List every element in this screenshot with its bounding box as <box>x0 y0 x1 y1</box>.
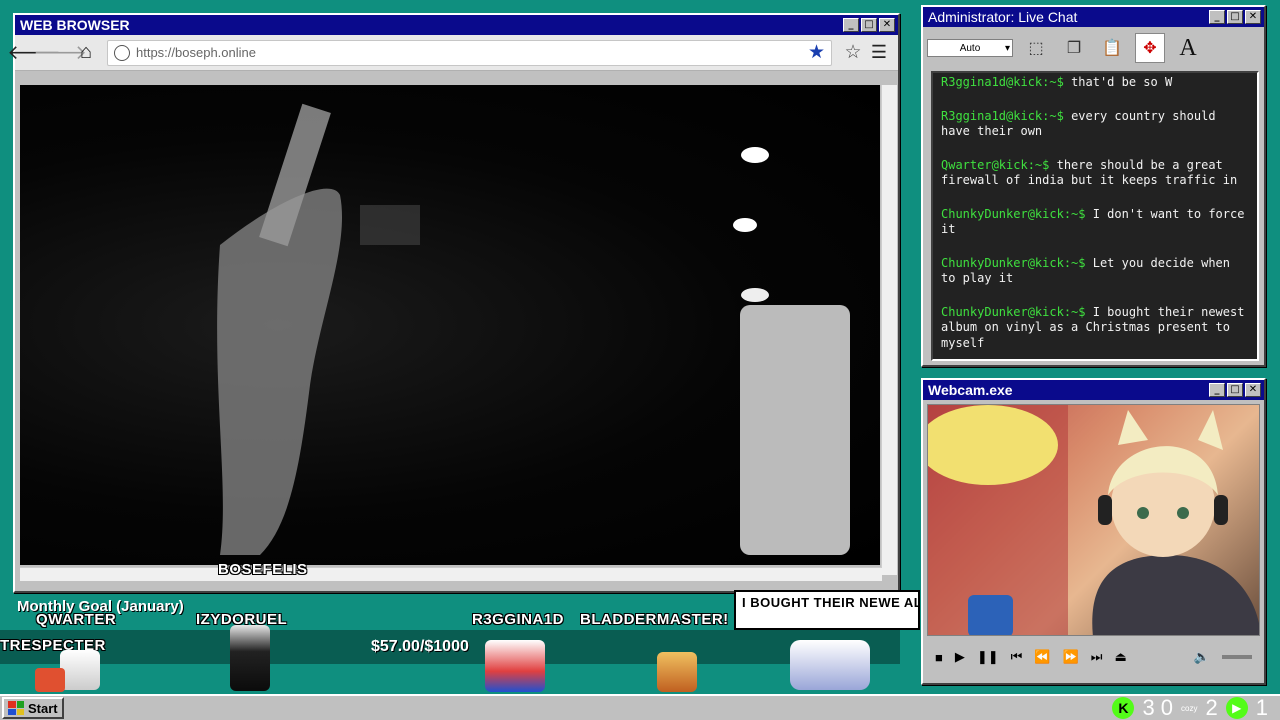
vertical-scrollbar[interactable] <box>881 85 897 575</box>
close-icon[interactable]: ✕ <box>1245 383 1261 397</box>
url-text: https://boseph.online <box>136 45 256 60</box>
chat-message: R3ggina1d@kick:~$ that'd be so W <box>941 75 1249 91</box>
stop-icon[interactable]: ■ <box>935 650 943 665</box>
previous-track-icon[interactable]: ⏮ <box>1011 649 1023 665</box>
globe-icon <box>114 44 130 61</box>
chat-title: Administrator: Live Chat <box>928 9 1078 25</box>
username-bosefelis: BOSEFELIS <box>218 561 308 578</box>
chat-titlebar[interactable]: Administrator: Live Chat _ □ ✕ <box>923 7 1264 27</box>
close-icon[interactable]: ✕ <box>879 18 895 32</box>
system-tray: K 3 0 cozy 2 ▶ 1 <box>1112 695 1278 720</box>
chat-user: R3ggina1d@kick:~$ <box>941 75 1064 89</box>
move-icon[interactable]: ✥ <box>1135 33 1165 63</box>
chat-speech-bubble: I BOUGHT THEIR NEWE ALBUM ON VINYL AS <box>734 590 920 630</box>
chat-message: ChunkyDunker@kick:~$ I bought their newe… <box>941 305 1249 352</box>
follower-count: 2 <box>1205 695 1218 720</box>
taskbar: Start K 3 0 cozy 2 ▶ 1 <box>0 694 1280 720</box>
select-region-icon[interactable]: ⬚ <box>1021 33 1051 63</box>
forward-arrow-icon[interactable]: 🡒 <box>33 40 87 66</box>
minimize-icon[interactable]: _ <box>1209 383 1225 397</box>
address-bar[interactable]: https://boseph.online ★ <box>107 39 832 66</box>
paste-icon[interactable]: 📋 <box>1097 33 1127 63</box>
webcam-feed <box>927 404 1260 636</box>
browser-window: WEB BROWSER _ □ ✕ 🡐 🡒 ⌂ https://boseph.o… <box>7 13 900 593</box>
character-sprite <box>60 650 100 690</box>
minimize-icon[interactable]: _ <box>1209 10 1225 24</box>
goal-amount: $57.00/$1000 <box>371 638 469 655</box>
character-sprite <box>790 640 870 690</box>
maximize-icon[interactable]: □ <box>1227 383 1243 397</box>
chat-user: ChunkyDunker@kick:~$ <box>941 304 1086 319</box>
bookmark-star-icon[interactable]: ★ <box>808 41 825 64</box>
chat-window: Administrator: Live Chat _ □ ✕ Auto ⬚ ❐ … <box>921 5 1266 367</box>
start-label: Start <box>28 700 58 716</box>
menu-icon[interactable]: ☰ <box>866 40 892 66</box>
username-r3gginaid: R3GGINA1D <box>472 611 565 628</box>
chat-log[interactable]: R3ggina1d@kick:~$ that'd be so W R3ggina… <box>931 71 1259 361</box>
extra-count: 1 <box>1255 695 1268 720</box>
play-circle-icon[interactable]: ▶ <box>1225 697 1248 719</box>
viewer-count: 3 0 <box>1142 695 1174 720</box>
chat-message: Qwarter@kick:~$ there should be a great … <box>941 158 1249 189</box>
chat-user: ChunkyDunker@kick:~$ <box>941 255 1086 270</box>
cozy-label: cozy <box>1181 703 1198 713</box>
browser-title: WEB BROWSER <box>20 17 130 33</box>
volume-icon[interactable]: 🔈 <box>1194 649 1210 665</box>
maximize-icon[interactable]: □ <box>1227 10 1243 24</box>
character-sprite <box>230 625 270 691</box>
chat-user: ChunkyDunker@kick:~$ <box>941 206 1086 221</box>
next-track-icon[interactable]: ⏭ <box>1091 649 1103 665</box>
chat-text: that'd be so W <box>1071 75 1173 89</box>
fast-forward-icon[interactable]: ⏩ <box>1063 649 1079 665</box>
character-sprite <box>485 640 545 692</box>
webcam-titlebar[interactable]: Webcam.exe _ □ ✕ <box>923 380 1264 400</box>
volume-slider[interactable] <box>1222 655 1252 659</box>
eject-icon[interactable]: ⏏ <box>1114 649 1126 665</box>
avatar-illustration <box>928 405 1259 635</box>
video-frame <box>217 103 850 555</box>
windows-logo-icon <box>8 701 24 715</box>
close-icon[interactable]: ✕ <box>1245 10 1261 24</box>
rewind-icon[interactable]: ⏪ <box>1034 649 1050 665</box>
kick-logo-icon[interactable]: K <box>1112 697 1135 719</box>
play-icon[interactable]: ▶ <box>955 649 965 665</box>
video-viewport[interactable] <box>20 85 880 565</box>
webcam-window: Webcam.exe _ □ ✕ ■ ▶ ❚❚ ⏮ ⏪ ⏩ ⏭ ⏏ 🔈 <box>921 378 1266 685</box>
chat-message: ChunkyDunker@kick:~$ I don't want to for… <box>941 207 1249 238</box>
chat-user: Qwarter@kick:~$ <box>941 157 1050 172</box>
chat-message: R3ggina1d@kick:~$ every country should h… <box>941 109 1249 140</box>
minimize-icon[interactable]: _ <box>843 18 859 32</box>
browser-navbar: 🡐 🡒 ⌂ https://boseph.online ★ ☆ ☰ <box>7 35 898 71</box>
chat-user: R3ggina1d@kick:~$ <box>941 108 1064 123</box>
home-icon[interactable]: ⌂ <box>73 40 99 66</box>
copy-icon[interactable]: ❐ <box>1059 33 1089 63</box>
pause-icon[interactable]: ❚❚ <box>977 649 999 665</box>
browser-titlebar[interactable]: WEB BROWSER _ □ ✕ <box>15 15 898 35</box>
username-qwarter: QWARTER <box>36 611 117 628</box>
chat-message: ChunkyDunker@kick:~$ Let you decide when… <box>941 256 1249 287</box>
favorites-star-icon[interactable]: ☆ <box>840 40 866 66</box>
username-bladdermaster: BLADDERMASTER! <box>580 611 729 628</box>
horizontal-scrollbar[interactable] <box>20 567 882 581</box>
character-sprite <box>35 668 65 692</box>
media-controls: ■ ▶ ❚❚ ⏮ ⏪ ⏩ ⏭ ⏏ 🔈 <box>927 642 1260 672</box>
mode-select[interactable]: Auto <box>927 39 1013 57</box>
font-icon[interactable]: A <box>1173 33 1203 63</box>
character-sprite <box>657 652 697 692</box>
webcam-title: Webcam.exe <box>928 382 1013 398</box>
chat-toolbar: Auto ⬚ ❐ 📋 ✥ A <box>923 27 1264 69</box>
start-button[interactable]: Start <box>2 697 64 719</box>
maximize-icon[interactable]: □ <box>861 18 877 32</box>
